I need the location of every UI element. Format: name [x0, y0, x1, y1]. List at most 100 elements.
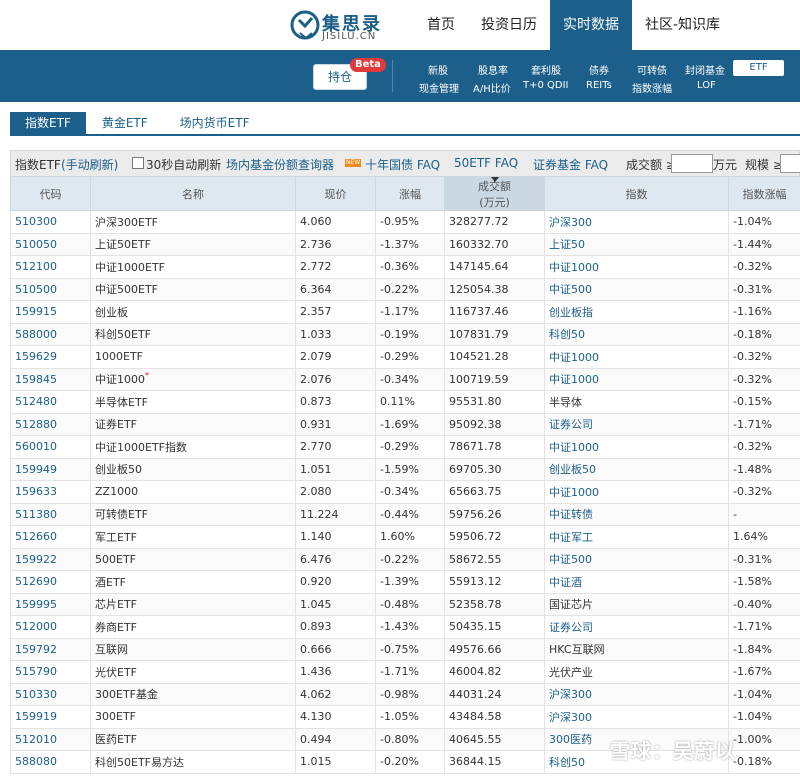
subnav-etf-active[interactable]: ETF [733, 60, 784, 76]
fund-name-text: 中证1000ETF [95, 260, 165, 274]
subnav-t0-qdii[interactable]: T+0 QDII [523, 80, 569, 91]
index-change-text: -1.04% [733, 687, 772, 701]
col-code[interactable]: 代码 [10, 176, 91, 211]
volume: 52358.78 [444, 592, 545, 616]
subnav-bonds[interactable]: 债券 [589, 62, 609, 77]
subnav-arbitrage[interactable]: 套利股 [531, 62, 561, 77]
nav-home[interactable]: 首页 [414, 0, 468, 50]
index-name[interactable]: 中证军工 [544, 525, 729, 549]
col-name[interactable]: 名称 [90, 176, 296, 211]
fund-code[interactable]: 588080 [10, 750, 91, 774]
fund-code[interactable]: 515790 [10, 660, 91, 684]
fund-name: 创业板 [90, 300, 296, 324]
index-name[interactable]: 中证1000 [544, 255, 729, 279]
price: 6.364 [295, 277, 376, 301]
fund-code[interactable]: 159919 [10, 705, 91, 729]
fund-code[interactable]: 510330 [10, 682, 91, 706]
col-volume[interactable]: 成交额 (万元) [444, 176, 545, 211]
fund-code[interactable]: 159922 [10, 547, 91, 571]
securities-fund-faq-link[interactable]: 证券基金 FAQ [533, 156, 608, 173]
table-row: 510330 300ETF基金 4.062 -0.98% 44031.24 沪深300 -1… [10, 682, 800, 706]
index-name[interactable]: 创业板指 [544, 300, 729, 324]
subnav-dividend-yield[interactable]: 股息率 [478, 62, 508, 77]
index-name[interactable]: 沪深300 [544, 210, 729, 234]
fund-code[interactable]: 512880 [10, 412, 91, 436]
fund-code[interactable]: 159949 [10, 457, 91, 481]
fund-code[interactable]: 512000 [10, 615, 91, 639]
index-name[interactable]: 证券公司 [544, 615, 729, 639]
fund-code[interactable]: 159995 [10, 592, 91, 616]
index-name[interactable]: 中证1000 [544, 367, 729, 391]
index-name[interactable]: 上证50 [544, 232, 729, 256]
fund-code[interactable]: 560010 [10, 435, 91, 459]
subnav-convertible-bonds[interactable]: 可转债 [637, 62, 667, 77]
table-row: 512880 证券ETF 0.931 -1.69% 95092.38 证券公司 -1.71% [10, 412, 800, 436]
fund-code[interactable]: 159629 [10, 345, 91, 369]
site-logo[interactable]: 集思录 JISILU.CN [290, 8, 405, 44]
col-index[interactable]: 指数 [544, 176, 729, 211]
treasury-faq-link[interactable]: 十年国债 FAQ [365, 156, 440, 173]
volume-filter-input[interactable] [671, 154, 713, 173]
fund-code[interactable]: 159633 [10, 480, 91, 504]
nav-community[interactable]: 社区-知识库 [632, 0, 733, 50]
index-name[interactable]: 沪深300 [544, 682, 729, 706]
fund-code[interactable]: 512010 [10, 727, 91, 751]
fund-code[interactable]: 159845 [10, 367, 91, 391]
fund-name-text: 上证50ETF [95, 238, 151, 252]
col-change[interactable]: 涨幅 [375, 176, 445, 211]
col-index-change[interactable]: 指数涨幅 [728, 176, 800, 211]
index-name[interactable]: 创业板50 [544, 457, 729, 481]
subnav-lof[interactable]: LOF [697, 80, 716, 91]
auto-refresh-checkbox[interactable] [132, 157, 144, 169]
price-text: 0.494 [300, 732, 332, 746]
change-text: -1.05% [380, 710, 419, 724]
fund-code[interactable]: 512660 [10, 525, 91, 549]
fund-code[interactable]: 512480 [10, 390, 91, 414]
change: -0.29% [375, 435, 445, 459]
subnav-ah-ratio[interactable]: A/H比价 [473, 80, 511, 95]
index-name[interactable]: 中证酒 [544, 570, 729, 594]
tab-index-etf[interactable]: 指数ETF [10, 112, 86, 134]
subnav-cash-management[interactable]: 现金管理 [419, 80, 459, 95]
50etf-faq-link[interactable]: 50ETF FAQ [454, 156, 518, 170]
fund-code[interactable]: 511380 [10, 502, 91, 526]
index-name[interactable]: 证券公司 [544, 412, 729, 436]
index-name[interactable]: 中证1000 [544, 345, 729, 369]
fund-code[interactable]: 588000 [10, 322, 91, 346]
fund-code[interactable]: 510300 [10, 210, 91, 234]
index-name[interactable]: 中证1000 [544, 480, 729, 504]
price: 1.033 [295, 322, 376, 346]
fund-code[interactable]: 512100 [10, 255, 91, 279]
table-row: 159915 创业板 2.357 -1.17% 116737.46 创业板指 -1.16% [10, 300, 800, 324]
subnav-ipo[interactable]: 新股 [428, 62, 448, 77]
index-name[interactable]: 中证转债 [544, 502, 729, 526]
index-change: -0.32% [728, 255, 800, 279]
fund-code[interactable]: 510050 [10, 232, 91, 256]
price: 4.062 [295, 682, 376, 706]
subnav-closed-funds[interactable]: 封闭基金 [685, 62, 725, 77]
tab-money-etf[interactable]: 场内货币ETF [164, 112, 266, 134]
tab-gold-etf[interactable]: 黄金ETF [86, 112, 164, 134]
index-name[interactable]: 中证500 [544, 547, 729, 571]
fund-code[interactable]: 159915 [10, 300, 91, 324]
fund-code[interactable]: 159792 [10, 637, 91, 661]
index-name[interactable]: 中证1000 [544, 435, 729, 459]
fund-name-text: 中证1000 [95, 373, 145, 387]
fund-code[interactable]: 510500 [10, 277, 91, 301]
change-text: -1.39% [380, 575, 419, 589]
index-name[interactable]: 沪深300 [544, 705, 729, 729]
manual-refresh-link[interactable]: (手动刷新) [61, 156, 118, 173]
index-name[interactable]: 中证500 [544, 277, 729, 301]
scale-filter-input[interactable] [780, 154, 800, 173]
fund-name: 500ETF [90, 547, 296, 571]
subnav-index-change[interactable]: 指数涨幅 [632, 80, 672, 95]
volume: 58672.55 [444, 547, 545, 571]
index-name[interactable]: 科创50 [544, 322, 729, 346]
nav-investment-calendar[interactable]: 投资日历 [468, 0, 550, 50]
fund-code[interactable]: 512690 [10, 570, 91, 594]
fund-share-query-link[interactable]: 场内基金份额查询器 [226, 156, 334, 173]
col-price[interactable]: 现价 [295, 176, 376, 211]
fund-name: 上证50ETF [90, 232, 296, 256]
nav-realtime-data[interactable]: 实时数据 [550, 0, 632, 50]
subnav-reits[interactable]: REITs [586, 80, 612, 91]
